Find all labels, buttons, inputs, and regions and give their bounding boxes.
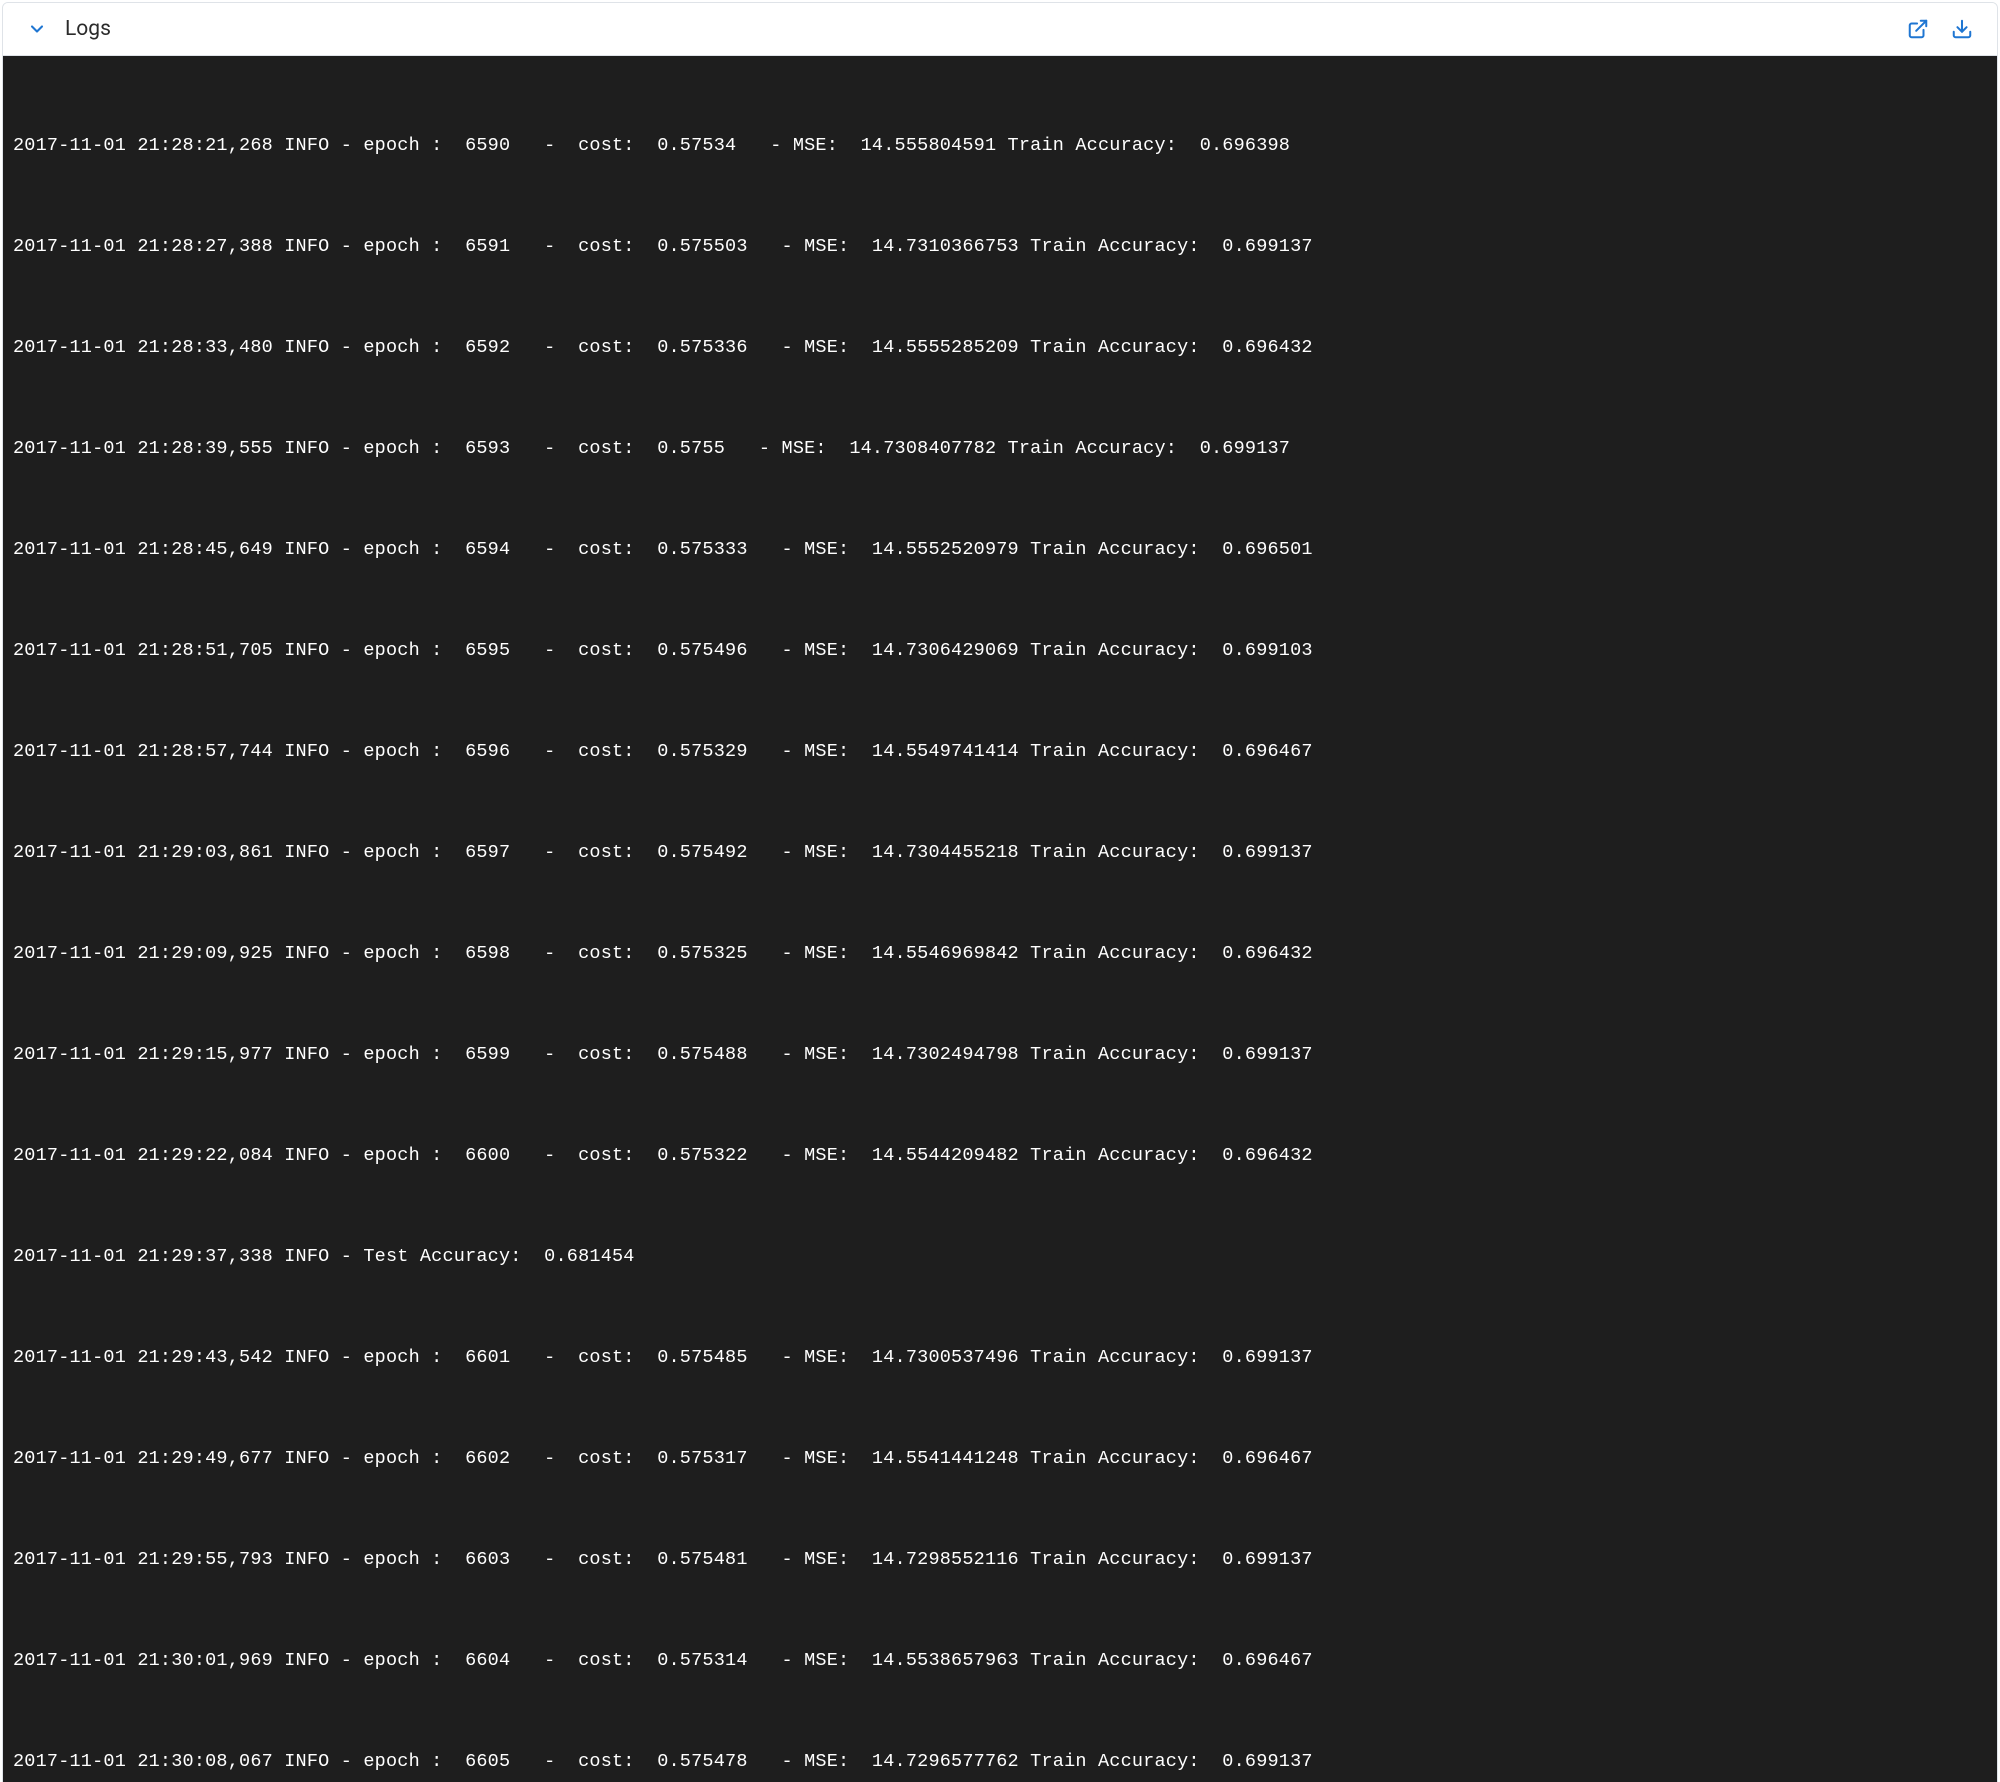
log-line: 2017-11-01 21:28:45,649 INFO - epoch : 6… xyxy=(13,533,1987,567)
chevron-down-icon xyxy=(27,19,47,39)
log-line: 2017-11-01 21:28:51,705 INFO - epoch : 6… xyxy=(13,634,1987,668)
log-line: 2017-11-01 21:28:21,268 INFO - epoch : 6… xyxy=(13,129,1987,163)
log-line: 2017-11-01 21:29:43,542 INFO - epoch : 6… xyxy=(13,1341,1987,1375)
log-line: 2017-11-01 21:29:49,677 INFO - epoch : 6… xyxy=(13,1442,1987,1476)
log-line: 2017-11-01 21:30:01,969 INFO - epoch : 6… xyxy=(13,1644,1987,1678)
log-line: 2017-11-01 21:28:33,480 INFO - epoch : 6… xyxy=(13,331,1987,365)
panel-title: Logs xyxy=(65,17,111,41)
logs-panel-header: Logs xyxy=(3,3,1997,56)
log-line: 2017-11-01 21:30:08,067 INFO - epoch : 6… xyxy=(13,1745,1987,1779)
open-external-button[interactable] xyxy=(1907,18,1929,40)
log-line: 2017-11-01 21:29:55,793 INFO - epoch : 6… xyxy=(13,1543,1987,1577)
panel-header-right xyxy=(1907,18,1973,40)
log-line: 2017-11-01 21:29:22,084 INFO - epoch : 6… xyxy=(13,1139,1987,1173)
download-button[interactable] xyxy=(1951,18,1973,40)
collapse-toggle[interactable] xyxy=(27,19,47,39)
external-link-icon xyxy=(1907,18,1929,40)
logs-panel: Logs 2017-11-01 21:28:21,268 INFO - epoc… xyxy=(2,2,1998,1782)
panel-header-left: Logs xyxy=(27,17,111,41)
log-line: 2017-11-01 21:28:57,744 INFO - epoch : 6… xyxy=(13,735,1987,769)
log-viewer[interactable]: 2017-11-01 21:28:21,268 INFO - epoch : 6… xyxy=(3,56,1997,1782)
log-line: 2017-11-01 21:29:15,977 INFO - epoch : 6… xyxy=(13,1038,1987,1072)
log-line: 2017-11-01 21:28:39,555 INFO - epoch : 6… xyxy=(13,432,1987,466)
log-line: 2017-11-01 21:29:03,861 INFO - epoch : 6… xyxy=(13,836,1987,870)
log-line: 2017-11-01 21:28:27,388 INFO - epoch : 6… xyxy=(13,230,1987,264)
download-icon xyxy=(1951,18,1973,40)
log-line: 2017-11-01 21:29:09,925 INFO - epoch : 6… xyxy=(13,937,1987,971)
log-line: 2017-11-01 21:29:37,338 INFO - Test Accu… xyxy=(13,1240,1987,1274)
